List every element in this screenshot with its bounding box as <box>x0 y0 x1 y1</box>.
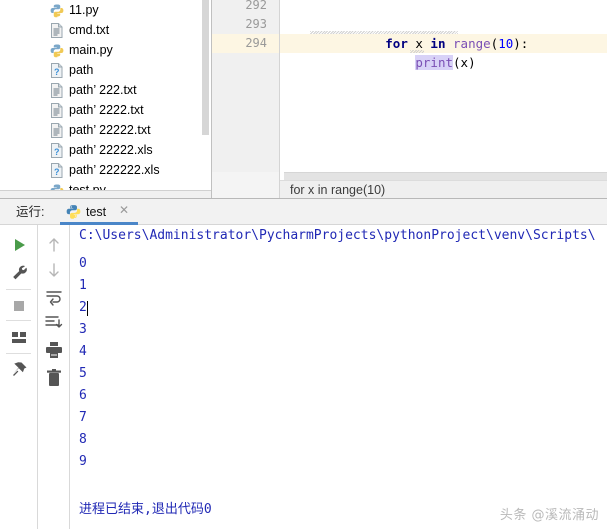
breadcrumb: for x in range(10) <box>290 183 386 197</box>
code-editor[interactable]: 292 293 294 for x in range(10): print(x) <box>212 0 607 198</box>
tree-file-label: path’ 2222.txt <box>69 103 144 117</box>
python-file-icon <box>50 3 64 18</box>
svg-text:?: ? <box>54 147 60 157</box>
tree-file-label: path’ 222222.xls <box>69 163 160 177</box>
run-tool-window-header: 运行: test ✕ <box>0 199 607 225</box>
file-tree-scrollbar-thumb[interactable] <box>202 0 209 135</box>
up-the-stack-trace-button[interactable] <box>42 233 66 257</box>
tree-file-item[interactable]: ? path’ 22222.xls <box>0 140 211 160</box>
tree-file-label: path <box>69 63 94 77</box>
toolbar-separator <box>6 353 31 354</box>
file-tree-bottom-strip <box>0 190 211 198</box>
code-squiggle-underline <box>410 50 424 53</box>
run-toolbar-console <box>38 225 70 529</box>
console-output-line: 9 <box>79 454 87 469</box>
console-output-line: 4 <box>79 344 87 359</box>
stop-button[interactable] <box>7 294 31 318</box>
tree-file-label: path’ 22222.xls <box>69 143 153 157</box>
tree-file-item[interactable]: ? path’ 222222.xls <box>0 160 211 180</box>
console-output-line: 1 <box>79 278 87 293</box>
console-output-line: 2 <box>79 300 87 315</box>
watermark: 头条 @溪流涌动 <box>499 508 599 523</box>
file-tree-scrollbar[interactable] <box>202 0 210 198</box>
console-output-line: 0 <box>79 256 87 271</box>
breadcrumb-bar[interactable]: for x in range(10) <box>280 180 607 198</box>
clear-all-button[interactable] <box>42 366 66 390</box>
unknown-file-icon: ? <box>50 143 64 158</box>
code-text-area[interactable]: for x in range(10): print(x) <box>280 0 607 172</box>
scroll-to-end-button[interactable] <box>42 310 66 334</box>
tree-file-label: path’ 22222.txt <box>69 123 151 137</box>
unknown-file-icon: ? <box>50 163 64 178</box>
run-tab-label: test <box>86 205 107 219</box>
token-number-10: 10 <box>498 36 514 51</box>
console-text-caret <box>87 301 88 316</box>
console-output-line: 3 <box>79 322 87 337</box>
code-line-294[interactable]: print(x) <box>310 34 476 70</box>
token-function-print: print <box>415 55 454 70</box>
text-file-icon <box>50 83 64 98</box>
text-file-icon <box>50 23 64 38</box>
console-command-line: C:\Users\Administrator\PycharmProjects\p… <box>79 228 596 243</box>
editor-gutter-filler <box>212 172 280 198</box>
tree-file-label: path’ 222.txt <box>69 83 137 97</box>
tree-file-item[interactable]: 11.py <box>0 0 211 20</box>
tree-file-item[interactable]: ? path <box>0 60 211 80</box>
rerun-button[interactable] <box>7 233 31 257</box>
svg-text:?: ? <box>54 67 60 77</box>
close-icon[interactable]: ✕ <box>118 204 130 216</box>
soft-wrap-button[interactable] <box>42 284 66 308</box>
svg-text:?: ? <box>54 167 60 177</box>
console-output-line: 5 <box>79 366 87 381</box>
print-button[interactable] <box>42 338 66 362</box>
gutter-line-number: 293 <box>245 17 267 31</box>
editor-horizontal-scrollbar[interactable] <box>284 172 607 180</box>
token-paren-colon: ): <box>513 36 529 51</box>
run-tool-window: 运行: test ✕ C:\Users\Administrator\Pychar… <box>0 198 607 529</box>
tree-file-item[interactable]: path’ 2222.txt <box>0 100 211 120</box>
tree-file-item[interactable]: path’ 222.txt <box>0 80 211 100</box>
token-call-args: (x) <box>453 55 476 70</box>
top-area: 11.py cmd.txt main.py? path path’ 222.txt pat… <box>0 0 607 198</box>
toolbar-separator <box>6 289 31 290</box>
console-output-line: 7 <box>79 410 87 425</box>
pycharm-window: 11.py cmd.txt main.py? path path’ 222.txt pat… <box>0 0 607 529</box>
down-the-stack-trace-button[interactable] <box>42 258 66 282</box>
edit-configuration-button[interactable] <box>7 261 31 285</box>
gutter-line-number: 294 <box>245 36 267 50</box>
python-file-icon <box>66 204 81 219</box>
tree-file-item[interactable]: main.py <box>0 40 211 60</box>
unknown-file-icon: ? <box>50 63 64 78</box>
layout-settings-button[interactable] <box>7 325 31 349</box>
project-file-tree[interactable]: 11.py cmd.txt main.py? path path’ 222.txt pat… <box>0 0 212 198</box>
run-toolbar-left <box>0 225 38 529</box>
pin-tab-button[interactable] <box>7 358 31 382</box>
text-file-icon <box>50 103 64 118</box>
run-label: 运行: <box>16 205 45 219</box>
console-output-line: 6 <box>79 388 87 403</box>
text-file-icon <box>50 123 64 138</box>
tree-file-label: main.py <box>69 43 113 57</box>
tree-file-label: 11.py <box>69 3 99 17</box>
console-output-line: 8 <box>79 432 87 447</box>
run-console-output[interactable]: C:\Users\Administrator\PycharmProjects\p… <box>70 225 607 529</box>
tree-file-item[interactable]: path’ 22222.txt <box>0 120 211 140</box>
console-exit-message: 进程已结束,退出代码0 <box>79 502 212 517</box>
python-file-icon <box>50 43 64 58</box>
tree-file-item[interactable]: cmd.txt <box>0 20 211 40</box>
editor-gutter[interactable]: 292 293 294 <box>212 0 280 172</box>
tree-file-label: cmd.txt <box>69 23 110 37</box>
toolbar-separator <box>6 320 31 321</box>
gutter-line-number: 292 <box>245 0 267 12</box>
